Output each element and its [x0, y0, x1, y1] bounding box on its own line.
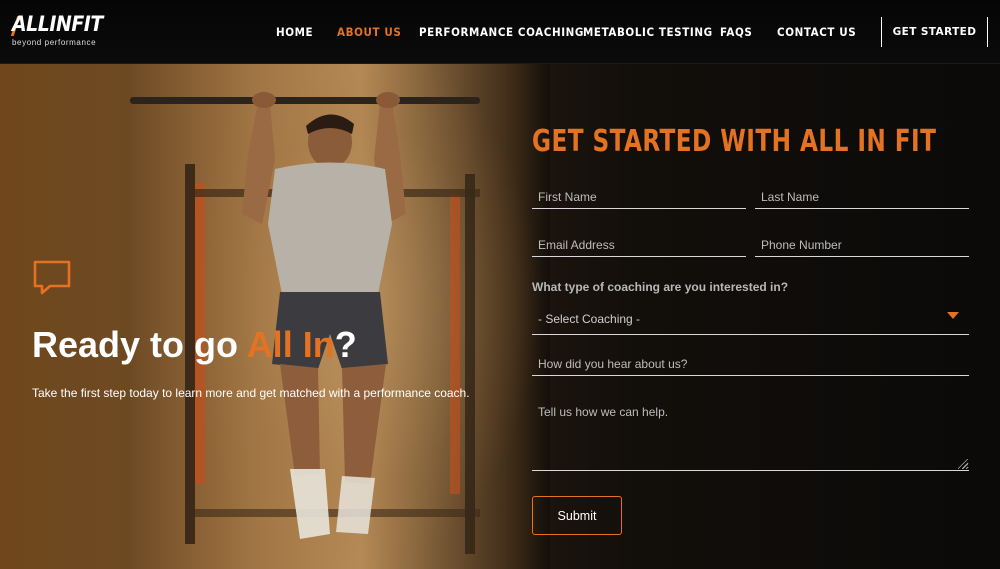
- coaching-select-value: - Select Coaching -: [538, 312, 641, 326]
- athlete-illustration: [130, 92, 480, 554]
- submit-button[interactable]: Submit: [532, 496, 622, 535]
- site-header: ALLINFIT beyond performance HOME ABOUT U…: [0, 0, 1000, 64]
- last-name-input[interactable]: [755, 185, 969, 209]
- logo[interactable]: ALLINFIT beyond performance: [10, 12, 112, 52]
- hero-title-highlight: All In: [246, 324, 335, 365]
- athlete-pullup-photo: [130, 64, 550, 569]
- get-started-button[interactable]: GET STARTED: [881, 17, 988, 47]
- nav-metabolic-testing[interactable]: METABOLIC TESTING: [583, 25, 713, 39]
- referral-source-input[interactable]: [532, 352, 969, 376]
- hero-title-start: Ready to go: [32, 324, 247, 365]
- hero-description: Take the first step today to learn more …: [32, 386, 470, 400]
- logo-text: ALLINFIT: [12, 12, 103, 36]
- chat-bubble-icon: [33, 260, 71, 295]
- nav-faqs[interactable]: FAQS: [720, 25, 752, 39]
- caret-down-icon: [947, 312, 959, 319]
- email-input[interactable]: [532, 233, 746, 257]
- first-name-input[interactable]: [532, 185, 746, 209]
- nav-home[interactable]: HOME: [276, 25, 313, 39]
- coaching-question-label: What type of coaching are you interested…: [532, 280, 789, 294]
- phone-input[interactable]: [755, 233, 969, 257]
- resize-handle-icon[interactable]: [958, 459, 968, 469]
- logo-tagline: beyond performance: [12, 38, 97, 47]
- form-title: GET STARTED WITH ALL IN FIT: [532, 124, 937, 159]
- hero-section: Ready to go All In? Take the first step …: [0, 64, 1000, 569]
- nav-about-us[interactable]: ABOUT US: [337, 25, 401, 39]
- nav-performance-coaching[interactable]: PERFORMANCE COACHING: [419, 25, 584, 39]
- message-textarea[interactable]: [532, 401, 969, 471]
- coaching-select[interactable]: - Select Coaching -: [532, 308, 969, 335]
- hero-title: Ready to go All In?: [32, 324, 357, 366]
- hero-title-end: ?: [334, 324, 357, 365]
- nav-contact-us[interactable]: CONTACT US: [777, 25, 856, 39]
